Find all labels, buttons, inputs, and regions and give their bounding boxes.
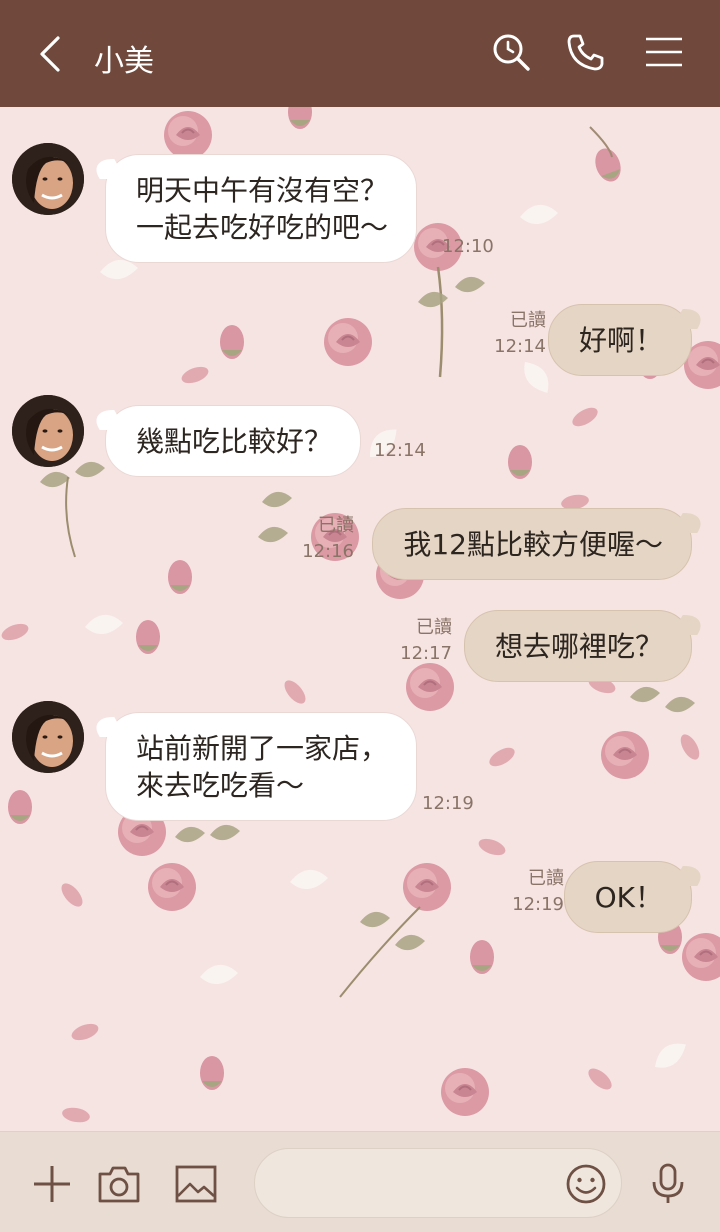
message-line: 站前新開了一家店， — [136, 732, 389, 765]
message-bubble-outgoing[interactable]: 想去哪裡吃？ — [463, 610, 692, 682]
message-time: 12:19 — [422, 793, 474, 814]
menu-icon[interactable] — [643, 31, 685, 73]
phone-icon[interactable] — [565, 31, 607, 73]
read-receipt: 已讀 — [318, 515, 354, 536]
message-time: 12:14 — [374, 440, 426, 461]
read-receipt: 已讀 — [510, 310, 546, 331]
message-time: 12:16 — [302, 541, 354, 562]
message-line: 明天中午有沒有空？ — [136, 174, 389, 207]
message-bubble-incoming[interactable]: 幾點吃比較好？ — [105, 405, 362, 477]
microphone-icon[interactable] — [646, 1162, 690, 1206]
chat-area[interactable]: 明天中午有沒有空？ 一起去吃好吃的吧～ 12:10 已讀 12:14 好啊！ 幾… — [0, 107, 720, 1131]
message-time: 12:17 — [400, 643, 452, 664]
message-bubble-outgoing[interactable]: 好啊！ — [547, 304, 692, 376]
camera-icon[interactable] — [97, 1162, 141, 1206]
avatar[interactable] — [12, 395, 84, 467]
chat-title: 小美 — [94, 44, 154, 79]
message-time: 12:14 — [494, 336, 546, 357]
chat-header: 小美 — [0, 0, 720, 107]
contact-photo — [12, 395, 84, 467]
message-bubble-outgoing[interactable]: 我12點比較方便喔～ — [372, 508, 692, 580]
input-bar — [0, 1131, 720, 1232]
read-receipt: 已讀 — [416, 617, 452, 638]
plus-icon[interactable] — [30, 1162, 74, 1206]
contact-photo — [12, 701, 84, 773]
read-receipt: 已讀 — [528, 868, 564, 889]
message-line: 好啊！ — [578, 324, 663, 357]
image-icon[interactable] — [174, 1162, 218, 1206]
emoji-icon[interactable] — [564, 1162, 608, 1206]
message-time: 12:10 — [442, 236, 494, 257]
message-line: OK！ — [594, 881, 663, 914]
message-bubble-incoming[interactable]: 站前新開了一家店， 來去吃吃看～ — [105, 712, 418, 821]
contact-photo — [12, 143, 84, 215]
message-time: 12:19 — [512, 894, 564, 915]
chevron-left-icon[interactable] — [34, 34, 70, 74]
avatar[interactable] — [12, 143, 84, 215]
message-line: 想去哪裡吃？ — [494, 630, 663, 663]
search-clock-icon[interactable] — [490, 31, 532, 73]
message-bubble-outgoing[interactable]: OK！ — [563, 861, 692, 933]
message-line: 我12點比較方便喔～ — [403, 528, 663, 561]
message-line: 來去吃吃看～ — [136, 769, 305, 802]
message-line: 一起去吃好吃的吧～ — [136, 211, 389, 244]
message-bubble-incoming[interactable]: 明天中午有沒有空？ 一起去吃好吃的吧～ — [105, 154, 418, 263]
message-line: 幾點吃比較好？ — [136, 425, 333, 458]
avatar[interactable] — [12, 701, 84, 773]
